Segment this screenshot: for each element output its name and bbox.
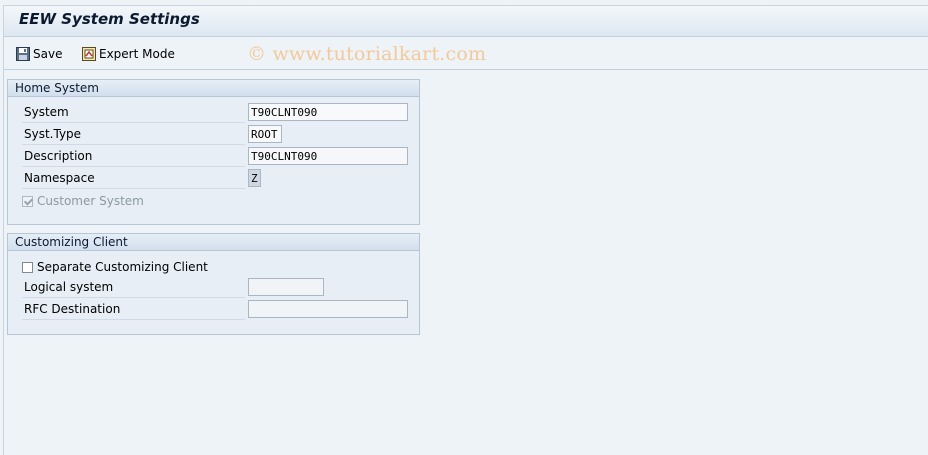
expert-mode-label: Expert Mode — [99, 47, 175, 61]
save-button[interactable]: Save — [16, 45, 62, 63]
title-bar: EEW System Settings — [4, 6, 928, 37]
customer-system-checkbox-row: Customer System — [22, 192, 144, 210]
separate-customizing-row: Separate Customizing Client — [22, 258, 208, 276]
home-system-group: Home System System T90CLNT090 Syst.Type … — [7, 79, 420, 225]
namespace-field[interactable]: Z — [248, 169, 261, 187]
save-label: Save — [33, 47, 63, 61]
expert-mode-button[interactable]: Expert Mode — [82, 45, 175, 63]
rfc-destination-label: RFC Destination — [22, 300, 245, 320]
customer-system-checkbox[interactable] — [22, 195, 33, 207]
expert-mode-icon — [82, 47, 96, 61]
system-label: System — [22, 103, 245, 123]
namespace-label: Namespace — [22, 169, 245, 189]
logical-system-label: Logical system — [22, 278, 245, 298]
customer-system-label: Customer System — [37, 194, 144, 208]
floppy-disk-icon — [16, 47, 30, 61]
main-window: EEW System Settings Save Expert Mode © w… — [3, 5, 928, 455]
page-title: EEW System Settings — [19, 10, 200, 28]
watermark: © www.tutorialkart.com — [247, 43, 487, 65]
logical-system-field[interactable] — [248, 278, 324, 296]
customizing-client-group: Customizing Client Separate Customizing … — [7, 233, 420, 335]
application-toolbar: Save Expert Mode © www.tutorialkart.com — [4, 37, 928, 70]
system-field[interactable]: T90CLNT090 — [248, 103, 408, 121]
separate-customizing-checkbox[interactable] — [22, 261, 33, 273]
description-field[interactable]: T90CLNT090 — [248, 147, 408, 165]
customizing-client-header: Customizing Client — [8, 234, 419, 251]
separate-customizing-label: Separate Customizing Client — [37, 260, 208, 274]
rfc-destination-field[interactable] — [248, 300, 408, 318]
syst-type-field[interactable]: ROOT — [248, 125, 282, 143]
home-system-header: Home System — [8, 80, 419, 97]
syst-type-label: Syst.Type — [22, 125, 245, 145]
description-label: Description — [22, 147, 245, 167]
